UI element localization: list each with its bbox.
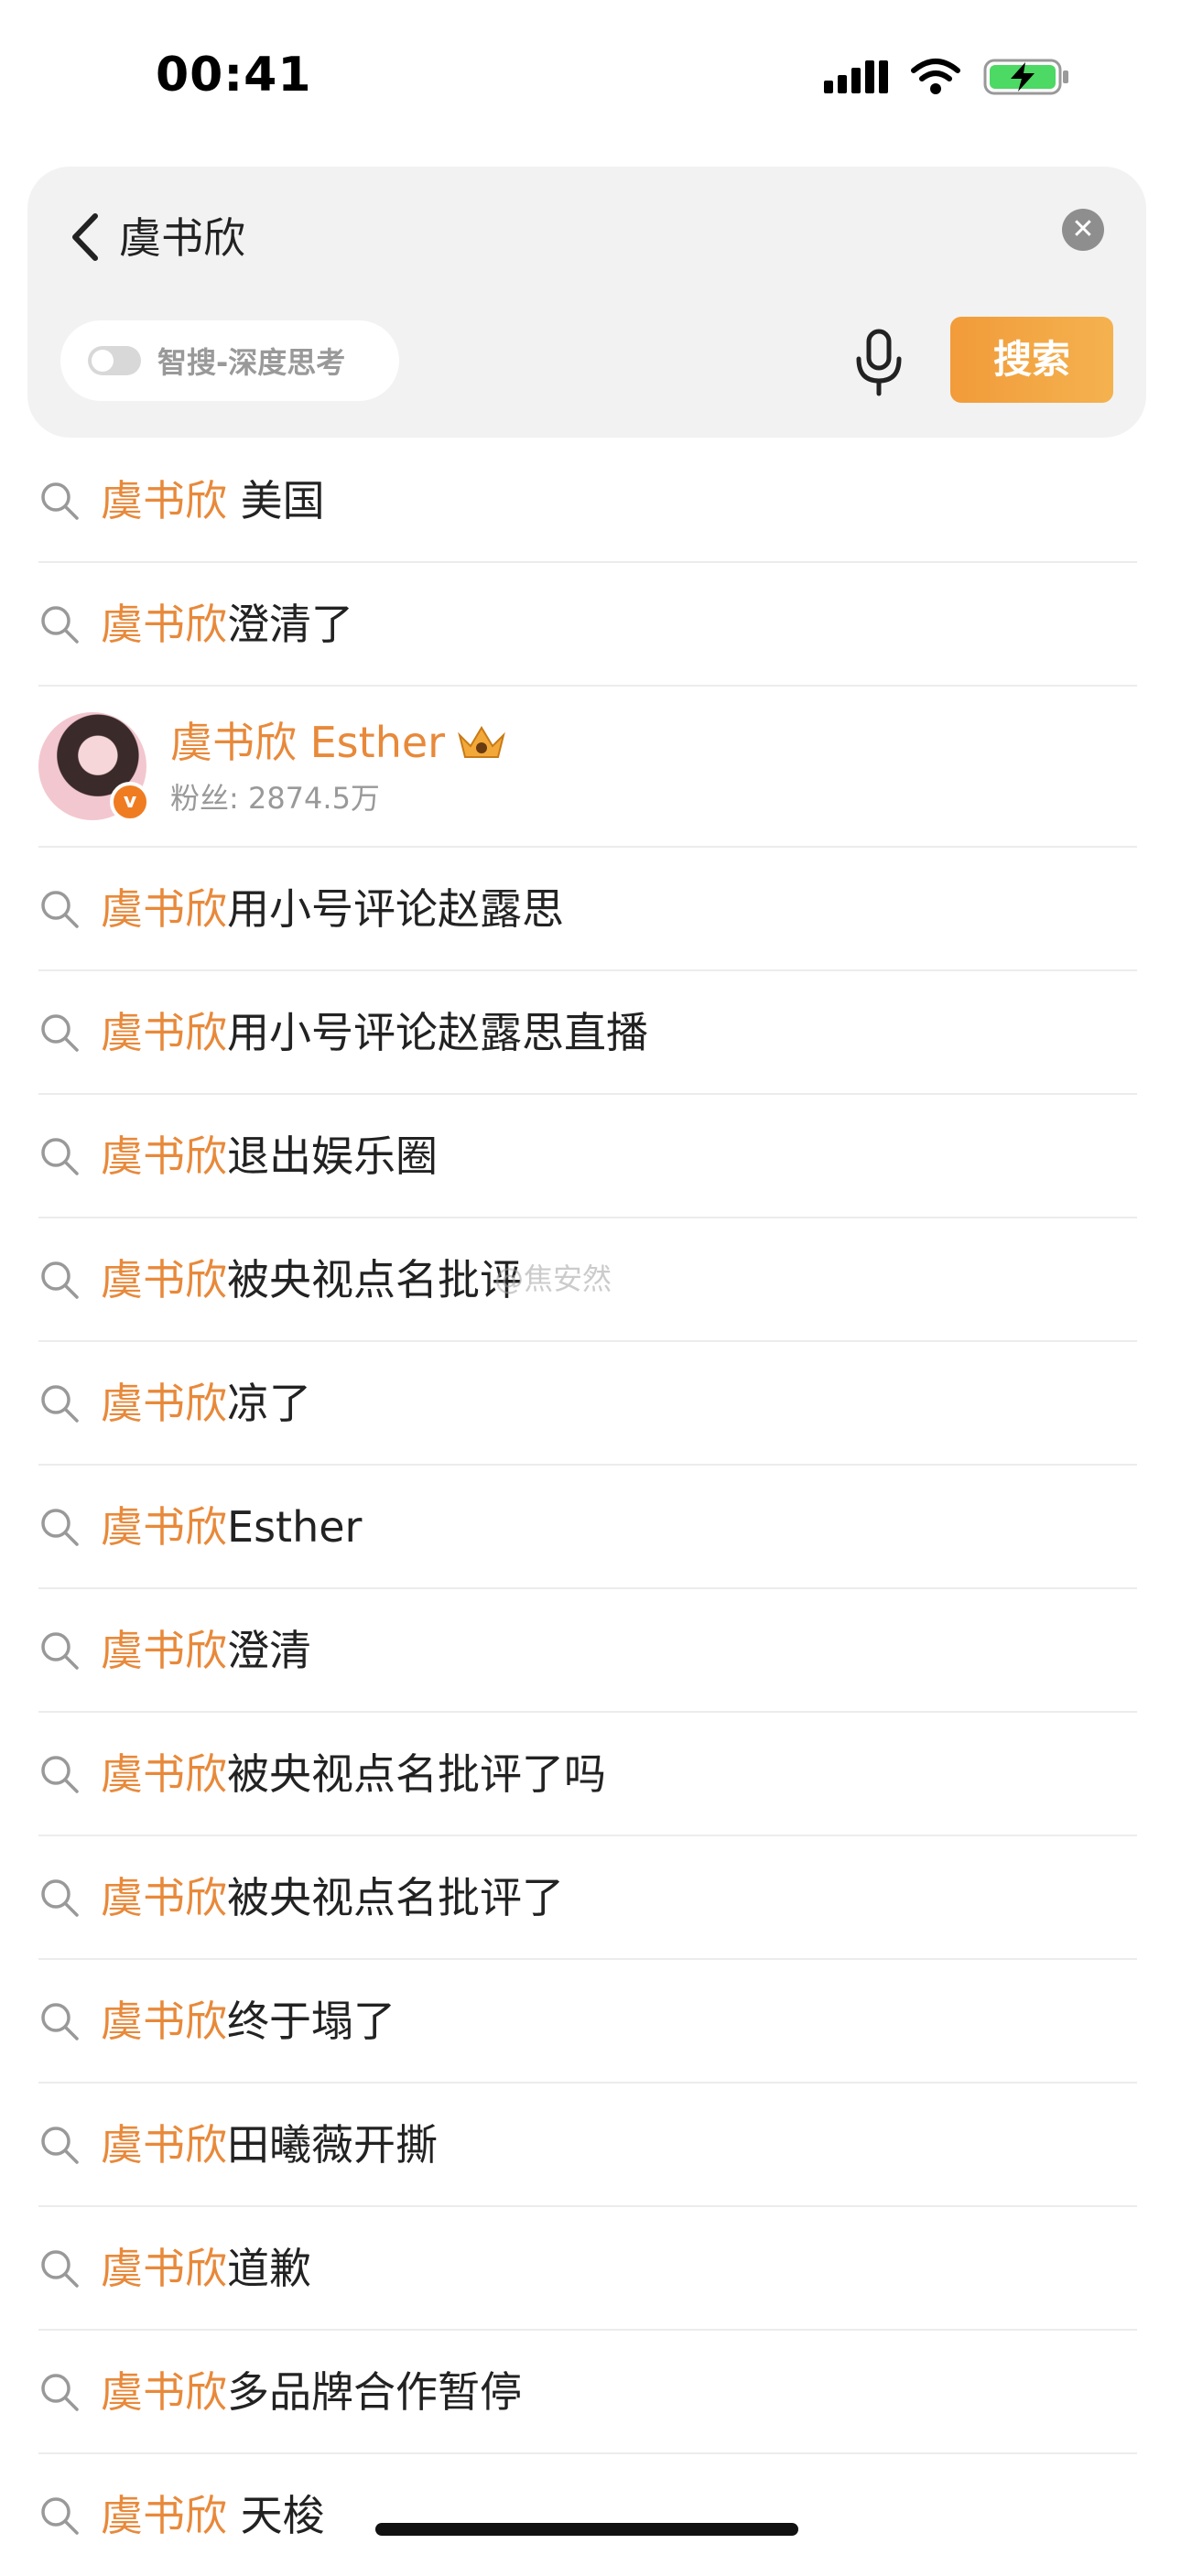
watermark: @焦安然	[494, 1261, 612, 1296]
suggestion-list: 虞书欣 美国 虞书欣澄清了 v 虞书欣 Esther 粉丝: 2874.5万 虞…	[0, 439, 1181, 2576]
suggestion-highlight: 虞书欣	[101, 2243, 227, 2293]
suggestion-item[interactable]: 虞书欣 天梭	[38, 2454, 1137, 2576]
search-panel: 虞书欣 ✕ 智搜-深度思考 搜索	[27, 167, 1146, 438]
suggestion-highlight: 虞书欣	[101, 1748, 227, 1799]
suggestion-text: 天梭	[227, 2490, 325, 2540]
suggestion-item[interactable]: 虞书欣Esther	[38, 1466, 1137, 1589]
suggestion-highlight: 虞书欣	[101, 1625, 227, 1675]
microphone-icon[interactable]	[851, 328, 906, 397]
suggestion-item[interactable]: 虞书欣退出娱乐圈	[38, 1095, 1137, 1218]
avatar[interactable]: v	[38, 712, 150, 822]
suggestion-highlight: 虞书欣	[101, 1872, 227, 1922]
search-icon	[41, 1508, 79, 1546]
user-name-suffix: Esther	[297, 718, 446, 767]
user-name: 虞书欣	[170, 718, 297, 767]
search-icon	[41, 890, 79, 928]
search-icon	[41, 1631, 79, 1670]
back-arrow-icon[interactable]	[60, 205, 115, 269]
suggestion-text: 被央视点名批评	[227, 1254, 522, 1304]
suggestion-item[interactable]: 虞书欣被央视点名批评了	[38, 1836, 1137, 1960]
suggestion-item[interactable]: 虞书欣凉了	[38, 1342, 1137, 1466]
search-icon	[41, 1013, 79, 1052]
suggestion-item[interactable]: 虞书欣田曦薇开撕	[38, 2084, 1137, 2207]
clear-icon[interactable]: ✕	[1062, 209, 1104, 251]
suggestion-item[interactable]: 虞书欣澄清	[38, 1589, 1137, 1713]
suggestion-item[interactable]: 虞书欣 美国	[38, 439, 1137, 563]
suggestion-item[interactable]: 虞书欣用小号评论赵露思直播	[38, 971, 1137, 1095]
suggestion-highlight: 虞书欣	[101, 2366, 227, 2417]
deep-search-label: 智搜-深度思考	[157, 345, 346, 380]
suggestion-item[interactable]: 虞书欣道歉	[38, 2207, 1137, 2331]
deep-search-toggle[interactable]: 智搜-深度思考	[60, 320, 399, 401]
suggestion-highlight: 虞书欣	[101, 1254, 227, 1304]
crown-icon	[458, 726, 505, 758]
status-bar: 00:41	[0, 0, 1181, 156]
search-icon	[41, 2496, 79, 2535]
suggestion-highlight: 虞书欣	[101, 1131, 227, 1181]
search-icon	[41, 2249, 79, 2288]
suggestion-text: 美国	[227, 475, 325, 525]
search-button[interactable]: 搜索	[950, 317, 1113, 403]
suggestion-text: 多品牌合作暂停	[227, 2366, 522, 2417]
suggestion-text: 终于塌了	[227, 1996, 395, 2046]
search-icon	[41, 1384, 79, 1423]
suggestion-item[interactable]: 虞书欣澄清了	[38, 563, 1137, 687]
search-icon	[41, 1137, 79, 1175]
search-icon	[41, 482, 79, 520]
suggestion-highlight: 虞书欣	[101, 2490, 227, 2540]
suggestion-text: 澄清	[227, 1625, 311, 1675]
wifi-icon	[911, 59, 960, 94]
status-icons	[824, 57, 1071, 97]
suggestion-text: 退出娱乐圈	[227, 1131, 438, 1181]
user-result[interactable]: v 虞书欣 Esther 粉丝: 2874.5万	[38, 687, 1137, 848]
status-time: 00:41	[156, 48, 312, 103]
suggestion-highlight: 虞书欣	[101, 1996, 227, 2046]
suggestion-item[interactable]: 虞书欣终于塌了	[38, 1960, 1137, 2084]
suggestion-text: 用小号评论赵露思	[227, 883, 564, 934]
suggestion-text: 凉了	[227, 1378, 311, 1428]
suggestion-text: 被央视点名批评了吗	[227, 1748, 606, 1799]
toggle-switch[interactable]	[88, 346, 141, 375]
search-input[interactable]: 虞书欣	[119, 201, 1035, 275]
suggestion-highlight: 虞书欣	[101, 1007, 227, 1057]
search-icon	[41, 1755, 79, 1793]
suggestion-highlight: 虞书欣	[101, 2119, 227, 2170]
suggestion-highlight: 虞书欣	[101, 599, 227, 649]
search-icon	[41, 605, 79, 644]
suggestion-text: 澄清了	[227, 599, 353, 649]
search-icon	[41, 1261, 79, 1299]
suggestion-text: Esther	[227, 1501, 363, 1552]
suggestion-item[interactable]: 虞书欣被央视点名批评了吗	[38, 1713, 1137, 1836]
verified-badge-icon: v	[110, 782, 150, 822]
suggestion-text: 道歉	[227, 2243, 311, 2293]
search-icon	[41, 2126, 79, 2164]
battery-charging-icon	[983, 59, 1068, 95]
suggestion-text: 田曦薇开撕	[227, 2119, 438, 2170]
suggestion-highlight: 虞书欣	[101, 1501, 227, 1552]
home-indicator[interactable]	[375, 2523, 798, 2536]
search-icon	[41, 2373, 79, 2411]
suggestion-item[interactable]: 虞书欣多品牌合作暂停	[38, 2331, 1137, 2454]
suggestion-highlight: 虞书欣	[101, 1378, 227, 1428]
suggestion-highlight: 虞书欣	[101, 475, 227, 525]
suggestion-highlight: 虞书欣	[101, 883, 227, 934]
suggestion-text: 被央视点名批评了	[227, 1872, 564, 1922]
suggestion-text: 用小号评论赵露思直播	[227, 1007, 648, 1057]
search-icon	[41, 2002, 79, 2040]
user-fans-count: 粉丝: 2874.5万	[170, 781, 380, 816]
search-icon	[41, 1878, 79, 1917]
suggestion-item[interactable]: 虞书欣用小号评论赵露思	[38, 848, 1137, 971]
signal-icon	[824, 60, 888, 93]
